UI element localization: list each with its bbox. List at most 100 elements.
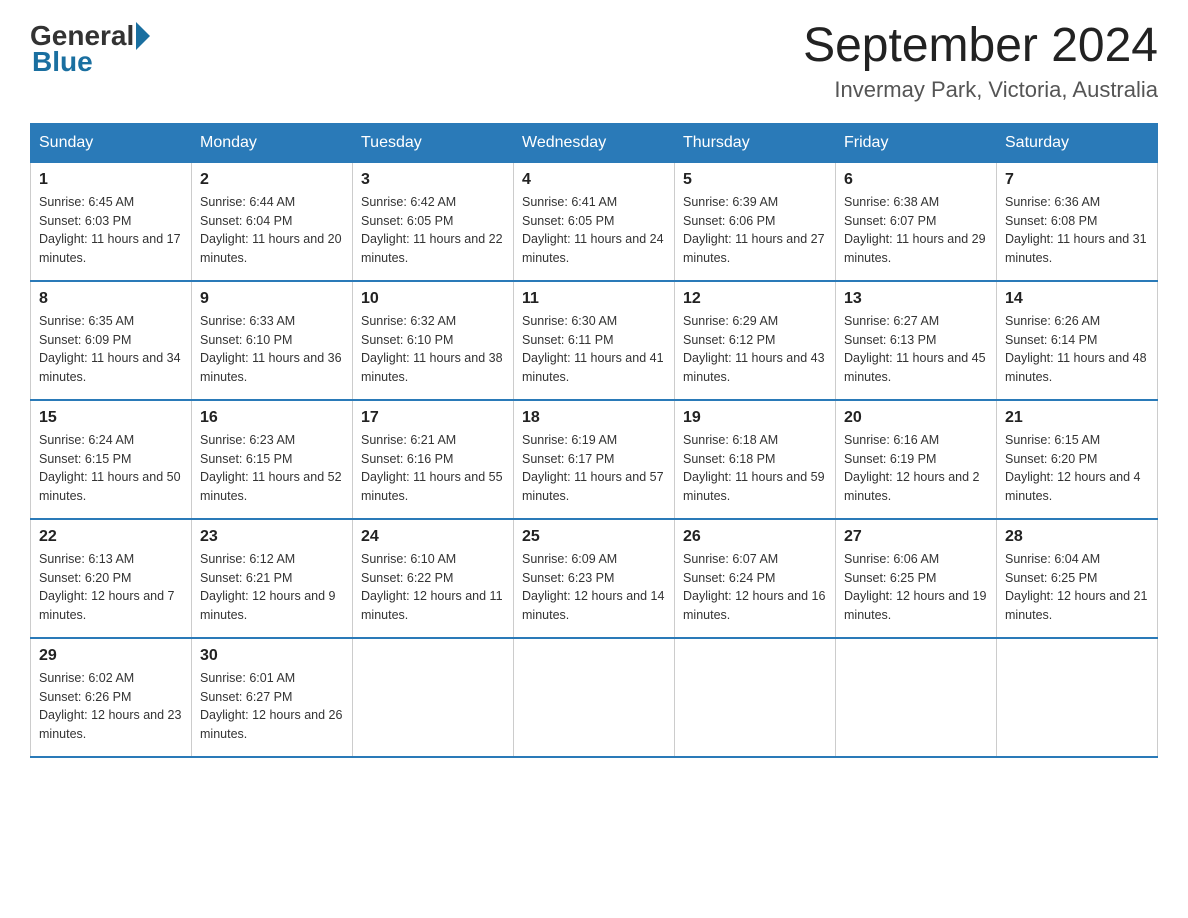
calendar-day-cell: 3 Sunrise: 6:42 AM Sunset: 6:05 PM Dayli…: [353, 162, 514, 281]
day-info: Sunrise: 6:24 AM Sunset: 6:15 PM Dayligh…: [39, 431, 183, 506]
day-number: 21: [1005, 409, 1149, 427]
day-number: 1: [39, 171, 183, 189]
day-info: Sunrise: 6:01 AM Sunset: 6:27 PM Dayligh…: [200, 669, 344, 744]
day-number: 25: [522, 528, 666, 546]
calendar-day-cell: 26 Sunrise: 6:07 AM Sunset: 6:24 PM Dayl…: [675, 519, 836, 638]
day-info: Sunrise: 6:04 AM Sunset: 6:25 PM Dayligh…: [1005, 550, 1149, 625]
header-friday: Friday: [836, 123, 997, 162]
calendar-day-cell: [997, 638, 1158, 757]
day-info: Sunrise: 6:30 AM Sunset: 6:11 PM Dayligh…: [522, 312, 666, 387]
day-number: 22: [39, 528, 183, 546]
calendar-day-cell: 1 Sunrise: 6:45 AM Sunset: 6:03 PM Dayli…: [31, 162, 192, 281]
day-info: Sunrise: 6:15 AM Sunset: 6:20 PM Dayligh…: [1005, 431, 1149, 506]
calendar-day-cell: 20 Sunrise: 6:16 AM Sunset: 6:19 PM Dayl…: [836, 400, 997, 519]
header-wednesday: Wednesday: [514, 123, 675, 162]
calendar-week-row: 8 Sunrise: 6:35 AM Sunset: 6:09 PM Dayli…: [31, 281, 1158, 400]
month-title: September 2024: [803, 20, 1158, 73]
calendar-day-cell: 24 Sunrise: 6:10 AM Sunset: 6:22 PM Dayl…: [353, 519, 514, 638]
day-info: Sunrise: 6:18 AM Sunset: 6:18 PM Dayligh…: [683, 431, 827, 506]
calendar-week-row: 1 Sunrise: 6:45 AM Sunset: 6:03 PM Dayli…: [31, 162, 1158, 281]
calendar-day-cell: 14 Sunrise: 6:26 AM Sunset: 6:14 PM Dayl…: [997, 281, 1158, 400]
day-info: Sunrise: 6:29 AM Sunset: 6:12 PM Dayligh…: [683, 312, 827, 387]
day-info: Sunrise: 6:21 AM Sunset: 6:16 PM Dayligh…: [361, 431, 505, 506]
calendar-day-cell: 28 Sunrise: 6:04 AM Sunset: 6:25 PM Dayl…: [997, 519, 1158, 638]
calendar-day-cell: 18 Sunrise: 6:19 AM Sunset: 6:17 PM Dayl…: [514, 400, 675, 519]
calendar-day-cell: [514, 638, 675, 757]
day-info: Sunrise: 6:44 AM Sunset: 6:04 PM Dayligh…: [200, 193, 344, 268]
calendar-day-cell: 12 Sunrise: 6:29 AM Sunset: 6:12 PM Dayl…: [675, 281, 836, 400]
day-info: Sunrise: 6:06 AM Sunset: 6:25 PM Dayligh…: [844, 550, 988, 625]
day-number: 24: [361, 528, 505, 546]
day-info: Sunrise: 6:09 AM Sunset: 6:23 PM Dayligh…: [522, 550, 666, 625]
calendar-day-cell: 10 Sunrise: 6:32 AM Sunset: 6:10 PM Dayl…: [353, 281, 514, 400]
day-number: 17: [361, 409, 505, 427]
day-number: 20: [844, 409, 988, 427]
day-number: 28: [1005, 528, 1149, 546]
calendar-day-cell: 4 Sunrise: 6:41 AM Sunset: 6:05 PM Dayli…: [514, 162, 675, 281]
calendar-week-row: 15 Sunrise: 6:24 AM Sunset: 6:15 PM Dayl…: [31, 400, 1158, 519]
day-number: 14: [1005, 290, 1149, 308]
calendar-day-cell: [836, 638, 997, 757]
day-info: Sunrise: 6:42 AM Sunset: 6:05 PM Dayligh…: [361, 193, 505, 268]
day-number: 9: [200, 290, 344, 308]
calendar-day-cell: 22 Sunrise: 6:13 AM Sunset: 6:20 PM Dayl…: [31, 519, 192, 638]
day-info: Sunrise: 6:38 AM Sunset: 6:07 PM Dayligh…: [844, 193, 988, 268]
day-info: Sunrise: 6:27 AM Sunset: 6:13 PM Dayligh…: [844, 312, 988, 387]
calendar-day-cell: 21 Sunrise: 6:15 AM Sunset: 6:20 PM Dayl…: [997, 400, 1158, 519]
calendar-day-cell: 9 Sunrise: 6:33 AM Sunset: 6:10 PM Dayli…: [192, 281, 353, 400]
day-number: 6: [844, 171, 988, 189]
day-info: Sunrise: 6:10 AM Sunset: 6:22 PM Dayligh…: [361, 550, 505, 625]
calendar-day-cell: 15 Sunrise: 6:24 AM Sunset: 6:15 PM Dayl…: [31, 400, 192, 519]
day-info: Sunrise: 6:41 AM Sunset: 6:05 PM Dayligh…: [522, 193, 666, 268]
calendar-day-cell: 7 Sunrise: 6:36 AM Sunset: 6:08 PM Dayli…: [997, 162, 1158, 281]
day-number: 23: [200, 528, 344, 546]
page-header: General Blue September 2024 Invermay Par…: [30, 20, 1158, 103]
header-monday: Monday: [192, 123, 353, 162]
day-number: 7: [1005, 171, 1149, 189]
day-info: Sunrise: 6:45 AM Sunset: 6:03 PM Dayligh…: [39, 193, 183, 268]
calendar-day-cell: 13 Sunrise: 6:27 AM Sunset: 6:13 PM Dayl…: [836, 281, 997, 400]
header-saturday: Saturday: [997, 123, 1158, 162]
calendar-week-row: 22 Sunrise: 6:13 AM Sunset: 6:20 PM Dayl…: [31, 519, 1158, 638]
day-info: Sunrise: 6:33 AM Sunset: 6:10 PM Dayligh…: [200, 312, 344, 387]
calendar-day-cell: 29 Sunrise: 6:02 AM Sunset: 6:26 PM Dayl…: [31, 638, 192, 757]
location-title: Invermay Park, Victoria, Australia: [803, 77, 1158, 103]
day-info: Sunrise: 6:35 AM Sunset: 6:09 PM Dayligh…: [39, 312, 183, 387]
day-number: 19: [683, 409, 827, 427]
day-info: Sunrise: 6:32 AM Sunset: 6:10 PM Dayligh…: [361, 312, 505, 387]
day-number: 15: [39, 409, 183, 427]
day-info: Sunrise: 6:13 AM Sunset: 6:20 PM Dayligh…: [39, 550, 183, 625]
calendar-day-cell: 27 Sunrise: 6:06 AM Sunset: 6:25 PM Dayl…: [836, 519, 997, 638]
calendar-day-cell: 6 Sunrise: 6:38 AM Sunset: 6:07 PM Dayli…: [836, 162, 997, 281]
day-info: Sunrise: 6:39 AM Sunset: 6:06 PM Dayligh…: [683, 193, 827, 268]
day-info: Sunrise: 6:23 AM Sunset: 6:15 PM Dayligh…: [200, 431, 344, 506]
calendar-day-cell: 8 Sunrise: 6:35 AM Sunset: 6:09 PM Dayli…: [31, 281, 192, 400]
day-number: 12: [683, 290, 827, 308]
day-number: 5: [683, 171, 827, 189]
logo-blue-text: Blue: [32, 46, 93, 78]
day-info: Sunrise: 6:19 AM Sunset: 6:17 PM Dayligh…: [522, 431, 666, 506]
day-info: Sunrise: 6:26 AM Sunset: 6:14 PM Dayligh…: [1005, 312, 1149, 387]
calendar-day-cell: 25 Sunrise: 6:09 AM Sunset: 6:23 PM Dayl…: [514, 519, 675, 638]
calendar-day-cell: 30 Sunrise: 6:01 AM Sunset: 6:27 PM Dayl…: [192, 638, 353, 757]
day-number: 3: [361, 171, 505, 189]
day-number: 10: [361, 290, 505, 308]
day-number: 26: [683, 528, 827, 546]
calendar-day-cell: 2 Sunrise: 6:44 AM Sunset: 6:04 PM Dayli…: [192, 162, 353, 281]
day-info: Sunrise: 6:16 AM Sunset: 6:19 PM Dayligh…: [844, 431, 988, 506]
day-number: 16: [200, 409, 344, 427]
day-number: 8: [39, 290, 183, 308]
logo-arrow-icon: [136, 22, 150, 50]
calendar-table: Sunday Monday Tuesday Wednesday Thursday…: [30, 123, 1158, 758]
calendar-header-row: Sunday Monday Tuesday Wednesday Thursday…: [31, 123, 1158, 162]
day-info: Sunrise: 6:12 AM Sunset: 6:21 PM Dayligh…: [200, 550, 344, 625]
title-area: September 2024 Invermay Park, Victoria, …: [803, 20, 1158, 103]
day-number: 29: [39, 647, 183, 665]
calendar-day-cell: [675, 638, 836, 757]
day-number: 4: [522, 171, 666, 189]
day-number: 11: [522, 290, 666, 308]
day-number: 27: [844, 528, 988, 546]
day-info: Sunrise: 6:36 AM Sunset: 6:08 PM Dayligh…: [1005, 193, 1149, 268]
calendar-day-cell: 19 Sunrise: 6:18 AM Sunset: 6:18 PM Dayl…: [675, 400, 836, 519]
calendar-day-cell: 17 Sunrise: 6:21 AM Sunset: 6:16 PM Dayl…: [353, 400, 514, 519]
